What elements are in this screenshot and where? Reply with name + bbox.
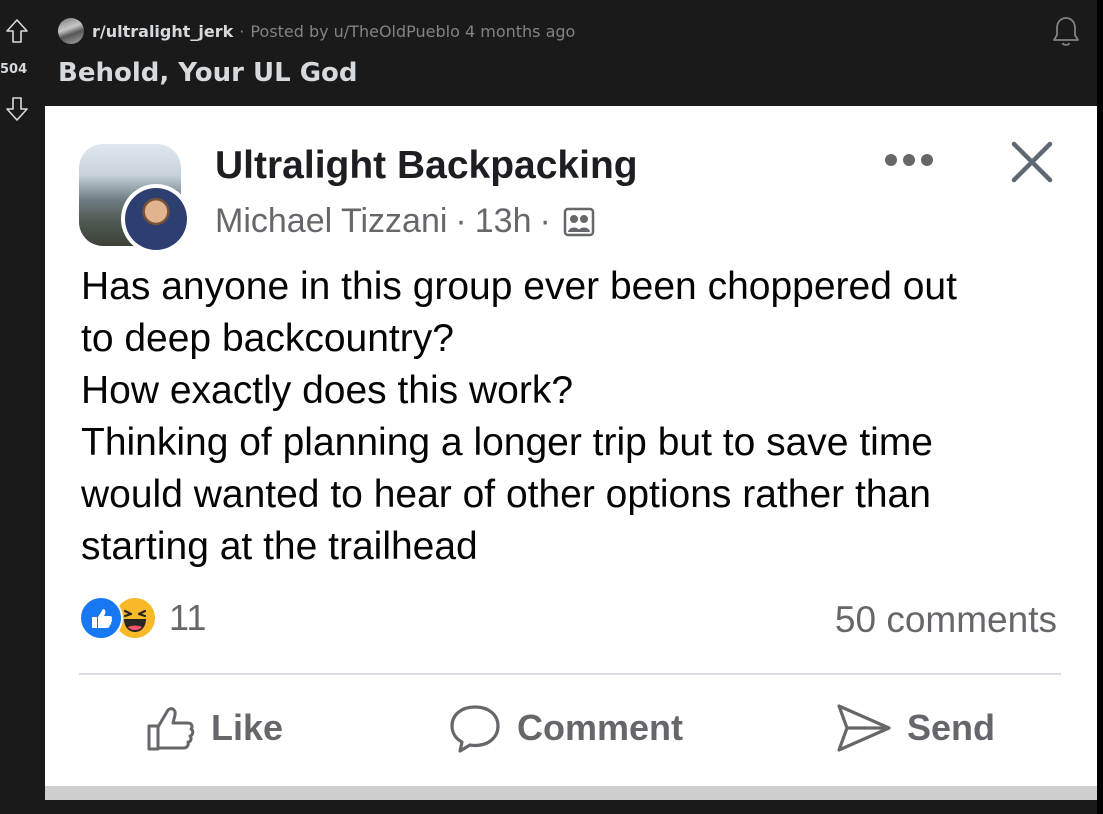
comment-button[interactable]: Comment: [447, 702, 683, 754]
like-reaction-icon: [79, 596, 123, 640]
reaction-count: 11: [169, 597, 207, 638]
like-label: Like: [211, 707, 284, 748]
meta-separator: ·: [455, 202, 467, 240]
divider: [79, 673, 1061, 675]
vote-column: [0, 14, 34, 44]
post-time: 13h: [474, 202, 532, 240]
facebook-post: Ultralight Backpacking Michael Tizzani ·…: [45, 106, 1097, 796]
like-button[interactable]: Like: [145, 702, 283, 754]
thumbs-up-icon: [147, 707, 195, 751]
downvote-icon[interactable]: [5, 96, 29, 122]
comment-count[interactable]: 50 comments: [835, 599, 1057, 641]
image-bottom-edge: [45, 786, 1097, 800]
post-title[interactable]: Behold, Your UL God: [58, 58, 358, 88]
send-button[interactable]: Send: [835, 702, 995, 754]
post-body: Has anyone in this group ever been chopp…: [81, 265, 957, 568]
meta-separator: ·: [539, 202, 551, 240]
fb-post-meta: Michael Tizzani · 13h ·: [215, 202, 595, 241]
close-icon[interactable]: [1008, 138, 1056, 186]
post-image[interactable]: Ultralight Backpacking Michael Tizzani ·…: [45, 106, 1097, 796]
upvote-icon[interactable]: [5, 18, 29, 44]
vote-score: 504: [0, 62, 28, 77]
user-photo: [125, 188, 187, 250]
subreddit-link[interactable]: r/ultralight_jerk: [92, 22, 233, 41]
comment-icon: [450, 705, 500, 753]
group-audience-icon: [563, 207, 595, 236]
more-icon[interactable]: [883, 150, 935, 170]
comment-label: Comment: [517, 707, 684, 748]
user-avatar: [121, 184, 191, 254]
send-icon: [837, 704, 891, 752]
subreddit-avatar[interactable]: [58, 18, 84, 44]
author-name: Michael Tizzani: [215, 202, 448, 240]
send-label: Send: [907, 707, 996, 748]
posted-by: Posted by u/TheOldPueblo 4 months ago: [250, 21, 576, 41]
reddit-post-card: 504 r/ultralight_jerk · Posted by u/TheO…: [0, 0, 1097, 814]
bell-icon[interactable]: [1051, 14, 1081, 48]
group-name: Ultralight Backpacking: [215, 144, 638, 187]
reactions-summary[interactable]: 11: [79, 596, 206, 640]
post-meta: r/ultralight_jerk · Posted by u/TheOldPu…: [58, 18, 575, 44]
meta-separator: ·: [239, 21, 245, 41]
